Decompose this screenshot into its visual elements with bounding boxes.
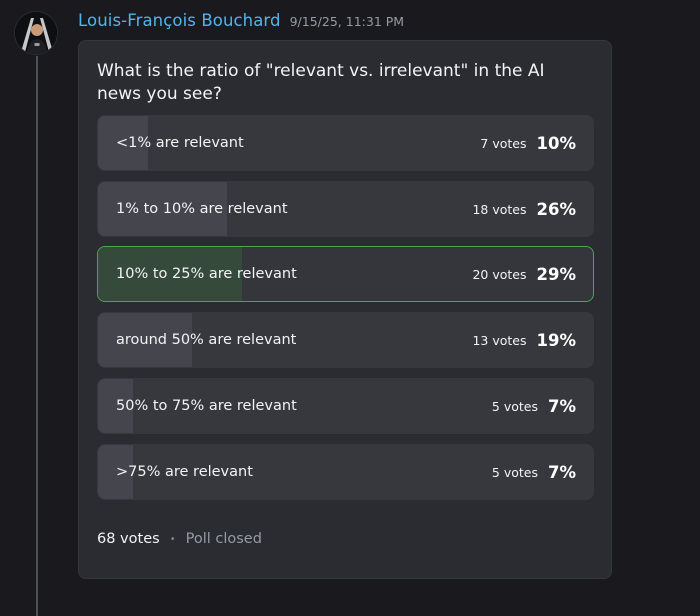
poll-question: What is the ratio of "relevant vs. irrel…	[97, 61, 545, 104]
poll-answer-percent: 10%	[536, 133, 577, 153]
poll-answer-percent: 19%	[536, 330, 577, 350]
poll-answer: 1% to 10% are relevant 18 votes 26%	[97, 181, 594, 237]
poll-answer-label: >75% are relevant	[116, 464, 253, 480]
poll-answer-votes[interactable]: 13 votes	[472, 333, 526, 348]
message-timestamp[interactable]: 9/15/25, 11:31 PM	[290, 14, 404, 29]
poll-answer: 50% to 75% are relevant 5 votes 7%	[97, 378, 594, 434]
poll-status: Poll closed	[185, 531, 262, 547]
poll-answer-percent: 26%	[536, 199, 577, 219]
poll-footer: 68 votes • Poll closed	[97, 529, 262, 549]
poll-answer: >75% are relevant 5 votes 7%	[97, 444, 594, 500]
poll-answer-percent: 7%	[547, 462, 576, 482]
author-name[interactable]: Louis-François Bouchard	[78, 11, 281, 30]
poll-answer-votes[interactable]: 7 votes	[480, 136, 526, 151]
poll-total-votes[interactable]: 68 votes	[97, 531, 160, 547]
poll-answer-percent: 7%	[547, 396, 576, 416]
poll-answer: 10% to 25% are relevant 20 votes 29%	[97, 246, 594, 302]
poll-answer-percent: 29%	[536, 264, 577, 284]
poll-answer-votes[interactable]: 20 votes	[472, 267, 526, 282]
avatar[interactable]	[14, 11, 58, 55]
poll-answer-stats: 5 votes 7%	[492, 445, 576, 499]
avatar-image	[15, 12, 57, 54]
poll-answer: <1% are relevant 7 votes 10%	[97, 115, 594, 171]
poll-answer-stats: 13 votes 19%	[472, 313, 576, 367]
poll-answer: around 50% are relevant 13 votes 19%	[97, 312, 594, 368]
poll-answer-label: 1% to 10% are relevant	[116, 201, 288, 217]
poll-answer-label: 50% to 75% are relevant	[116, 398, 297, 414]
poll-card: What is the ratio of "relevant vs. irrel…	[78, 40, 612, 579]
poll-answer-label: 10% to 25% are relevant	[116, 266, 297, 282]
thread-line	[36, 56, 38, 616]
separator-dot: •	[169, 533, 176, 545]
poll-answer-stats: 20 votes 29%	[472, 247, 576, 301]
message-header: Louis-François Bouchard 9/15/25, 11:31 P…	[78, 11, 404, 33]
poll-answer-stats: 5 votes 7%	[492, 379, 576, 433]
poll-answer-label: <1% are relevant	[116, 135, 244, 151]
poll-answer-votes[interactable]: 5 votes	[492, 465, 538, 480]
poll-answer-label: around 50% are relevant	[116, 332, 297, 348]
poll-answer-votes[interactable]: 18 votes	[472, 202, 526, 217]
poll-answer-stats: 7 votes 10%	[480, 116, 576, 170]
poll-answer-stats: 18 votes 26%	[472, 182, 576, 236]
poll-answer-votes[interactable]: 5 votes	[492, 399, 538, 414]
